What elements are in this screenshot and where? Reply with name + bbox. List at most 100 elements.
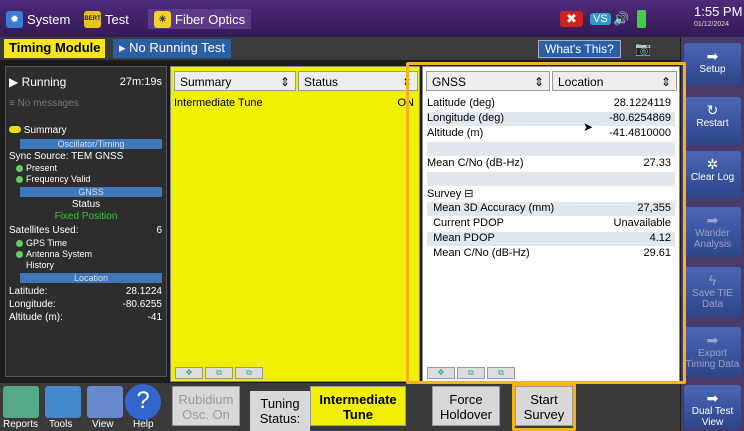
wander-label: Wander Analysis bbox=[693, 228, 732, 250]
gnss-header: GNSS bbox=[20, 187, 162, 197]
present-indicator: Present bbox=[16, 163, 57, 173]
sparkle-icon: ✲ bbox=[706, 156, 719, 172]
antenna-label: Antenna System bbox=[26, 249, 93, 259]
reports-label: Reports bbox=[3, 419, 39, 430]
system-label: System bbox=[27, 11, 71, 27]
longitude-label: Longitude: bbox=[9, 299, 56, 310]
messages-label: No messages bbox=[17, 98, 79, 109]
play-icon: ▶ bbox=[9, 75, 22, 89]
summary-item[interactable]: Summary bbox=[9, 125, 67, 136]
move-icon[interactable]: ✥ bbox=[175, 367, 203, 379]
top-status-bar: ✹ System BERT Test ✳ Fiber Optics ✖ VS 🔊 1:… bbox=[0, 0, 744, 37]
center-scroll-buttons: ✥ ⧉ ⧉ bbox=[175, 367, 263, 379]
summary-label: Summary bbox=[23, 125, 67, 136]
fixed-position-status: Fixed Position bbox=[54, 211, 118, 222]
setup-label: Setup bbox=[699, 64, 726, 75]
summary-status-pane: Summary ⇕ Status ⇕ Intermediate Tune ON ✥ ⧉ ⧉ bbox=[170, 66, 420, 382]
latitude-value: 28.1224 bbox=[125, 286, 162, 297]
battery-icon bbox=[637, 9, 646, 29]
summary-dropdown[interactable]: Summary ⇕ bbox=[174, 71, 296, 91]
gps-time-label: GPS Time bbox=[26, 238, 68, 248]
fiber-optics-tab[interactable]: ✳ Fiber Optics bbox=[148, 9, 252, 29]
green-led-icon bbox=[16, 251, 23, 259]
view-icon[interactable] bbox=[87, 386, 123, 418]
test-tab[interactable]: BERT Test bbox=[84, 9, 129, 29]
reports-icon[interactable] bbox=[3, 386, 39, 418]
restart-button[interactable]: ↻ Restart bbox=[684, 97, 741, 145]
wander-analysis-button[interactable]: ➡ Wander Analysis bbox=[684, 207, 741, 257]
tuning-status-label: Tuning Status: bbox=[250, 391, 310, 431]
fiber-icon: ✳ bbox=[154, 10, 171, 28]
view-label: View bbox=[92, 419, 114, 430]
save-tie-button[interactable]: ϟ Save TIE Data bbox=[684, 267, 741, 317]
arrow-right-icon: ➡ bbox=[706, 390, 719, 406]
running-status: ▶ Running bbox=[9, 75, 66, 89]
clear-log-label: Clear Log bbox=[690, 172, 735, 183]
setup-button[interactable]: ➡ Setup bbox=[684, 43, 741, 85]
tuning-status-value: Intermediate Tune bbox=[310, 386, 406, 426]
bottom-toolbar: ? Reports Tools View Help Rubidium Osc. … bbox=[0, 383, 680, 431]
restart-icon: ↻ bbox=[706, 102, 719, 118]
error-icon[interactable]: ✖ bbox=[560, 9, 583, 29]
restart-label: Restart bbox=[696, 118, 729, 129]
green-led-icon bbox=[16, 176, 23, 184]
status-dropdown[interactable]: Status ⇕ bbox=[298, 71, 418, 91]
rubidium-osc-button[interactable]: Rubidium Osc. On bbox=[172, 386, 240, 426]
system-tab[interactable]: ✹ System bbox=[6, 9, 70, 29]
green-led-icon bbox=[16, 240, 23, 248]
page-icon[interactable]: ⧉ bbox=[205, 367, 233, 379]
green-led-icon bbox=[16, 165, 23, 173]
clear-log-button[interactable]: ✲ Clear Log bbox=[684, 151, 741, 199]
antenna-indicator: Antenna System bbox=[16, 249, 92, 259]
highlight-box-start-survey bbox=[512, 383, 576, 431]
save-tie-label: Save TIE Data bbox=[692, 288, 733, 310]
dual-test-view-button[interactable]: ➡ Dual Test View bbox=[684, 385, 741, 429]
arrow-right-icon: ➡ bbox=[706, 212, 719, 228]
latitude-label: Latitude: bbox=[9, 286, 48, 297]
help-label: Help bbox=[133, 419, 154, 430]
tools-label: Tools bbox=[49, 419, 73, 430]
dual-test-label: Dual Test View bbox=[691, 406, 734, 428]
tools-icon[interactable] bbox=[45, 386, 81, 418]
arrow-right-icon: ➡ bbox=[706, 332, 719, 348]
history-label: History bbox=[26, 260, 55, 270]
status-dropdown-label: Status bbox=[304, 75, 339, 89]
v-icon[interactable]: VS bbox=[590, 9, 611, 29]
summary-dropdown-label: Summary bbox=[180, 75, 232, 89]
satellites-used-label: Satellites Used: bbox=[9, 225, 79, 236]
summary-led-icon bbox=[9, 126, 21, 133]
module-title: Timing Module bbox=[4, 39, 106, 58]
whats-this-button[interactable]: What's This? bbox=[538, 40, 621, 58]
clock-time: 1:55 PM bbox=[694, 4, 743, 19]
oscillator-header: Oscillator/Timing bbox=[20, 139, 162, 149]
page-icon[interactable]: ⧉ bbox=[235, 367, 263, 379]
updown-icon: ⇕ bbox=[279, 75, 290, 89]
longitude-value: -80.6255 bbox=[122, 299, 162, 310]
arrow-right-icon: ➡ bbox=[706, 48, 719, 64]
table-row: Intermediate Tune ON bbox=[174, 97, 418, 111]
running-test-label: No Running Test bbox=[129, 40, 226, 55]
sync-source: Sync Source: TEM GNSS bbox=[9, 151, 124, 162]
gear-icon: ✹ bbox=[6, 10, 23, 28]
present-label: Present bbox=[26, 163, 58, 173]
satellites-used-value: 6 bbox=[156, 225, 162, 236]
status-label: Status bbox=[71, 199, 101, 210]
lightning-icon: ϟ bbox=[708, 272, 717, 288]
intermediate-tune-label: Intermediate Tune bbox=[174, 97, 263, 109]
export-button[interactable]: ➡ Export Timing Data bbox=[684, 327, 741, 377]
bert-icon: BERT bbox=[84, 10, 101, 28]
altitude-label: Altitude (m): bbox=[9, 312, 63, 323]
fiber-optics-label: Fiber Optics bbox=[175, 11, 246, 27]
gps-time-indicator: GPS Time bbox=[16, 238, 67, 248]
force-holdover-button[interactable]: Force Holdover bbox=[432, 386, 500, 426]
speaker-icon[interactable]: 🔊 bbox=[613, 9, 629, 29]
frequency-indicator: Frequency Valid bbox=[16, 174, 90, 184]
camera-icon[interactable]: 📷 bbox=[635, 41, 651, 57]
running-test-breadcrumb[interactable]: ▸ No Running Test bbox=[113, 39, 232, 58]
highlight-box-location bbox=[406, 62, 686, 384]
elapsed-time: 27m:19s bbox=[119, 76, 162, 88]
help-icon[interactable]: ? bbox=[125, 384, 161, 420]
clock-date: 01/12/2024 bbox=[694, 21, 730, 28]
messages-status: ≡ No messages bbox=[9, 98, 79, 109]
altitude-value: -41 bbox=[147, 312, 162, 323]
